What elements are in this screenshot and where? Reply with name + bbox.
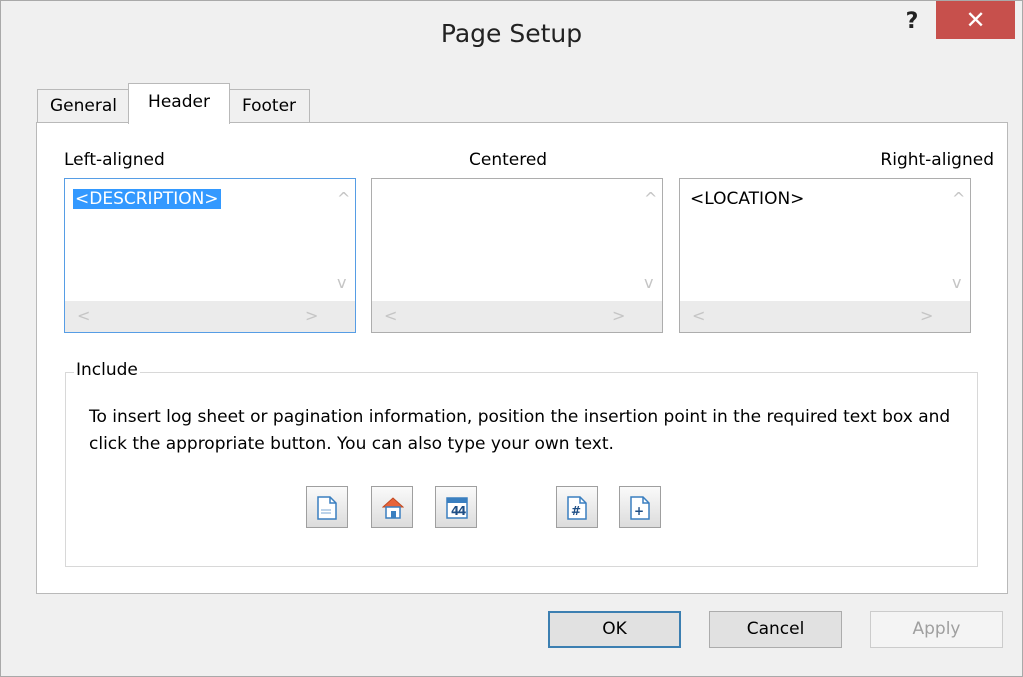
header-tab-panel: Left-aligned Centered Right-aligned <DES… <box>36 122 1008 594</box>
tab-general[interactable]: General <box>37 89 130 123</box>
apply-button[interactable]: Apply <box>870 611 1003 648</box>
page-setup-dialog: Page Setup ? ✕ General Header Footer Lef… <box>0 0 1023 677</box>
left-aligned-text[interactable]: <DESCRIPTION> <box>73 189 221 209</box>
right-vertical-scrollbar[interactable]: ^ v <box>944 179 970 301</box>
svg-text:#: # <box>571 504 581 518</box>
scroll-left-arrow-icon[interactable]: < <box>384 306 397 325</box>
left-horizontal-scrollbar[interactable]: < > <box>65 301 355 332</box>
scroll-up-arrow-icon[interactable]: ^ <box>644 189 657 208</box>
tab-footer[interactable]: Footer <box>228 89 310 123</box>
scroll-left-arrow-icon[interactable]: < <box>692 306 705 325</box>
scroll-right-arrow-icon[interactable]: > <box>612 306 625 325</box>
insert-description-button[interactable] <box>306 486 348 528</box>
scroll-down-arrow-icon[interactable]: v <box>644 273 653 292</box>
calendar-icon: 4 4 <box>446 497 468 519</box>
left-aligned-label: Left-aligned <box>64 150 165 170</box>
scroll-right-arrow-icon[interactable]: > <box>920 306 933 325</box>
insert-date-button[interactable]: 4 4 <box>435 486 477 528</box>
page-icon <box>317 496 337 520</box>
scroll-down-arrow-icon[interactable]: v <box>952 273 961 292</box>
include-legend: Include <box>74 360 140 380</box>
scroll-left-arrow-icon[interactable]: < <box>77 306 90 325</box>
insert-page-count-button[interactable]: + <box>619 486 661 528</box>
insert-page-number-button[interactable]: # <box>556 486 598 528</box>
scroll-up-arrow-icon[interactable]: ^ <box>952 189 965 208</box>
svg-text:+: + <box>634 504 644 518</box>
tab-header[interactable]: Header <box>128 83 230 124</box>
ok-button[interactable]: OK <box>548 611 681 648</box>
centered-label: Centered <box>469 150 548 170</box>
left-vertical-scrollbar[interactable]: ^ v <box>329 179 355 301</box>
scroll-up-arrow-icon[interactable]: ^ <box>337 189 350 208</box>
close-button[interactable]: ✕ <box>936 1 1015 39</box>
center-vertical-scrollbar[interactable]: ^ v <box>636 179 662 301</box>
page-count-icon: + <box>630 496 650 520</box>
centered-textbox[interactable]: ^ v < > <box>371 178 663 333</box>
center-horizontal-scrollbar[interactable]: < > <box>372 301 662 332</box>
right-aligned-label: Right-aligned <box>880 150 994 170</box>
cancel-button[interactable]: Cancel <box>709 611 842 648</box>
title-bar: Page Setup ? ✕ <box>1 1 1022 77</box>
include-description: To insert log sheet or pagination inform… <box>89 407 951 454</box>
insert-location-button[interactable] <box>371 486 413 528</box>
right-aligned-textbox[interactable]: <LOCATION> ^ v < > <box>679 178 971 333</box>
right-horizontal-scrollbar[interactable]: < > <box>680 301 970 332</box>
svg-text:4: 4 <box>458 504 466 518</box>
dialog-title: Page Setup <box>440 19 583 48</box>
scroll-right-arrow-icon[interactable]: > <box>305 306 318 325</box>
help-button[interactable]: ? <box>898 7 926 37</box>
house-icon <box>382 497 404 519</box>
scroll-down-arrow-icon[interactable]: v <box>337 273 346 292</box>
page-number-icon: # <box>567 496 587 520</box>
left-aligned-textbox[interactable]: <DESCRIPTION> ^ v < > <box>64 178 356 333</box>
include-group: Include To insert log sheet or paginatio… <box>65 360 978 567</box>
right-aligned-text[interactable]: <LOCATION> <box>690 189 804 209</box>
